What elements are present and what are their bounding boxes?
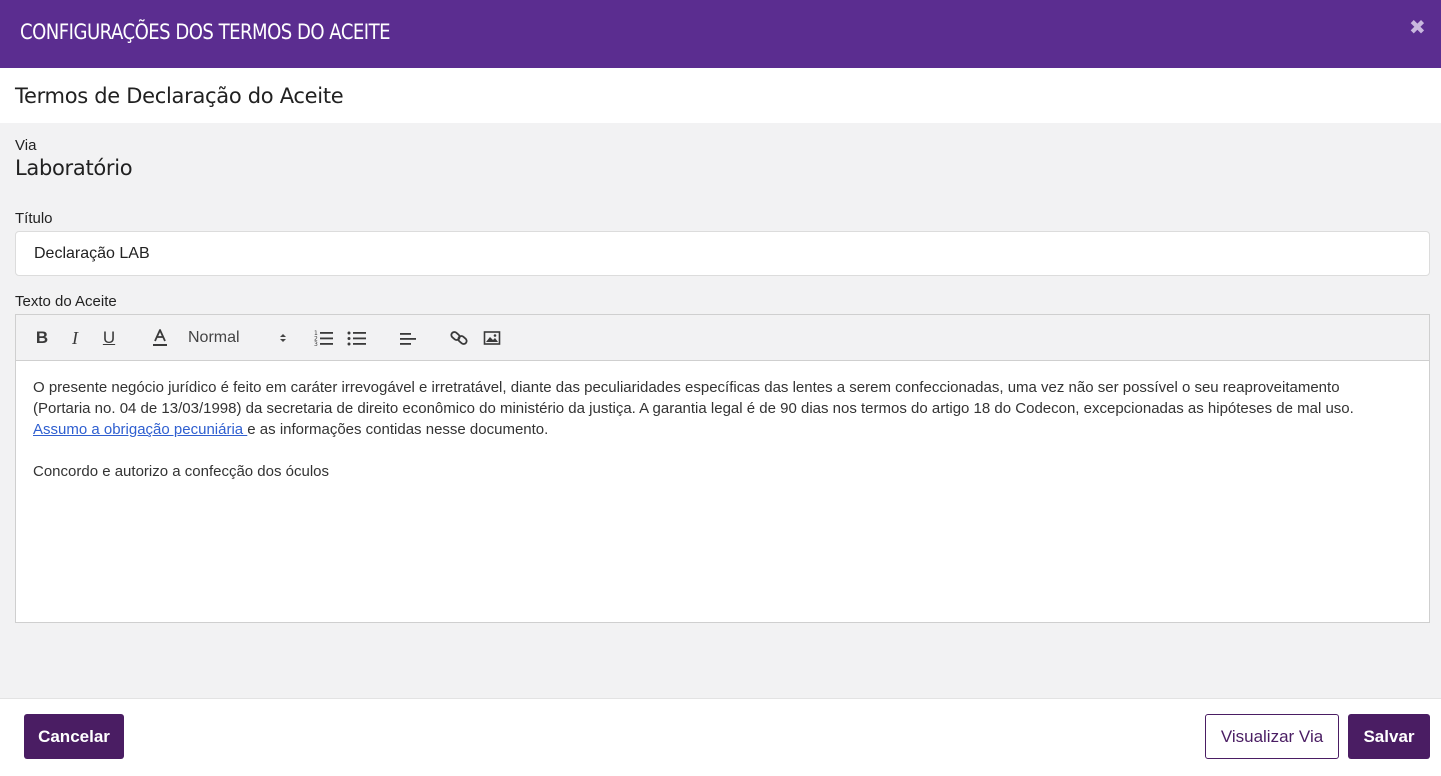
via-label: Via — [15, 137, 37, 154]
italic-button[interactable]: I — [66, 328, 84, 348]
underline-button[interactable]: U — [100, 328, 118, 348]
via-value: Laboratório — [15, 156, 133, 180]
modal-header: CONFIGURAÇÕES DOS TERMOS DO ACEITE ✖ — [0, 0, 1441, 68]
bold-button[interactable]: B — [33, 328, 51, 348]
bullet-list-icon[interactable] — [347, 328, 367, 348]
titulo-label: Título — [15, 210, 53, 227]
paragraph-text: O presente negócio jurídico é feito em c… — [33, 379, 1354, 417]
preview-button[interactable]: Visualizar Via — [1205, 714, 1339, 759]
modal-title: CONFIGURAÇÕES DOS TERMOS DO ACEITE — [20, 20, 391, 44]
rich-text-editor: B I U Normal 1 2 3 O presente negócio ju… — [15, 314, 1430, 623]
save-button[interactable]: Salvar — [1348, 714, 1430, 759]
paragraph-text-end: e as informações contidas nesse document… — [247, 421, 549, 438]
align-left-icon[interactable] — [398, 328, 418, 348]
texto-label: Texto do Aceite — [15, 293, 117, 310]
text-color-icon[interactable] — [150, 328, 170, 348]
ordered-list-icon[interactable]: 1 2 3 — [314, 328, 334, 348]
section-header: Termos de Declaração do Aceite — [0, 68, 1441, 123]
svg-text:3: 3 — [314, 341, 318, 347]
image-icon[interactable] — [482, 328, 502, 348]
editor-paragraph-2: Concordo e autorizo a confecção dos ócul… — [33, 463, 330, 480]
section-title: Termos de Declaração do Aceite — [15, 84, 344, 108]
editor-content[interactable]: O presente negócio jurídico é feito em c… — [33, 377, 1368, 482]
editor-toolbar: B I U Normal 1 2 3 — [16, 315, 1429, 361]
font-size-select[interactable]: Normal — [188, 328, 288, 348]
titulo-input[interactable] — [15, 231, 1430, 276]
editor-link[interactable]: Assumo a obrigação pecuniária — [33, 421, 247, 438]
link-icon[interactable] — [449, 328, 469, 348]
editor-paragraph: O presente negócio jurídico é feito em c… — [33, 377, 1368, 440]
modal-footer: Cancelar Visualizar Via Salvar — [0, 698, 1441, 776]
select-arrows-icon — [280, 334, 286, 342]
close-icon[interactable]: ✖ — [1409, 17, 1426, 37]
font-size-value: Normal — [188, 329, 240, 346]
cancel-button[interactable]: Cancelar — [24, 714, 124, 759]
